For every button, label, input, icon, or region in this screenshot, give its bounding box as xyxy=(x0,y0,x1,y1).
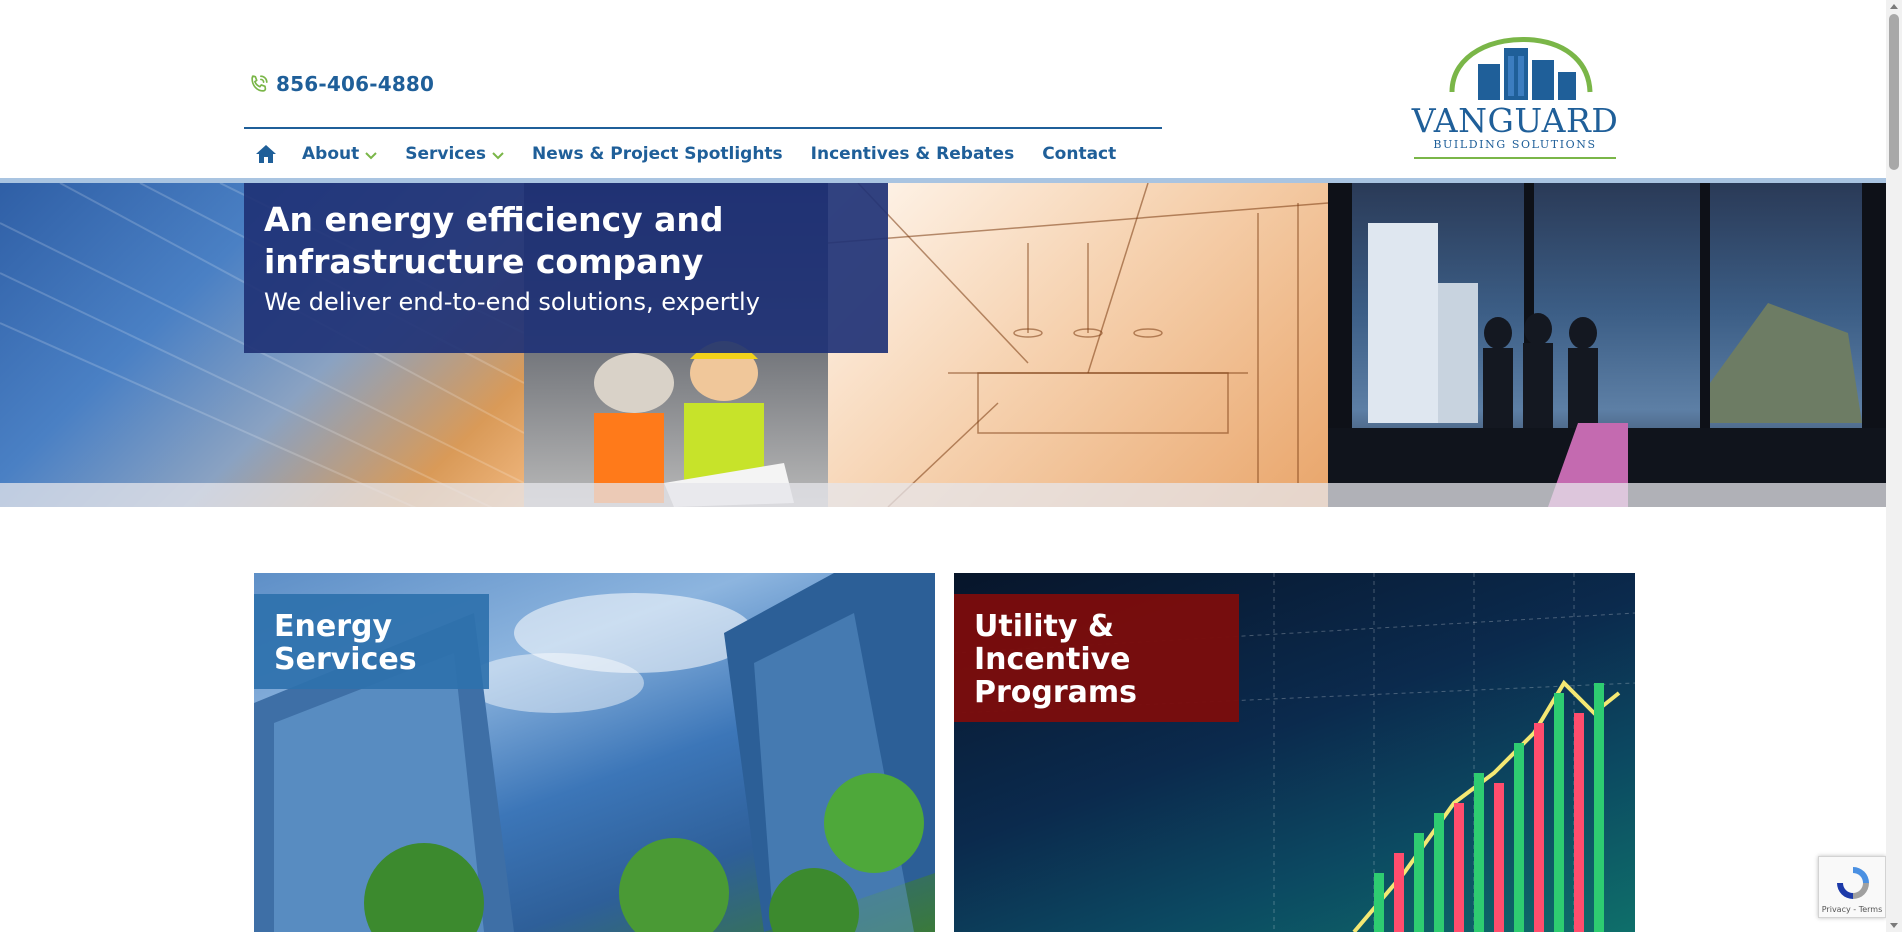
recaptcha-badge[interactable]: Privacy - Terms xyxy=(1818,856,1886,918)
utility-programs-label: Utility & Incentive Programs xyxy=(954,594,1239,722)
nav-item-contact[interactable]: Contact xyxy=(1028,144,1130,164)
nav-item-incentives[interactable]: Incentives & Rebates xyxy=(797,144,1029,164)
utility-programs-card[interactable]: Utility & Incentive Programs xyxy=(954,573,1635,932)
hero-subtitle: We deliver end-to-end solutions, expertl… xyxy=(264,288,760,316)
logo-wordmark: VANGUARD xyxy=(1411,101,1619,140)
hero-title: An energy efficiency and infrastructure … xyxy=(264,200,724,281)
energy-services-card[interactable]: Energy Services xyxy=(254,573,935,932)
page-scrollbar[interactable] xyxy=(1886,0,1902,932)
recaptcha-icon xyxy=(1837,867,1869,899)
nav-item-about[interactable]: About xyxy=(288,144,391,164)
scroll-down-arrow-icon[interactable] xyxy=(1890,923,1898,928)
hero-image-interior-sketch xyxy=(827,183,1329,507)
nav-item-services[interactable]: Services xyxy=(391,144,518,164)
hero-banner: An energy efficiency and infrastructure … xyxy=(0,183,1886,507)
phone-number: 856-406-4880 xyxy=(276,72,435,96)
nav-about-label: About xyxy=(302,144,360,164)
main-nav: About Services News & Project Spotlights… xyxy=(244,138,1130,170)
recaptcha-privacy-terms[interactable]: Privacy - Terms xyxy=(1819,905,1885,914)
logo-underline xyxy=(1414,157,1616,159)
hero-bottom-band xyxy=(0,483,1886,507)
hero-caption-box: An energy efficiency and infrastructure … xyxy=(244,183,888,353)
home-icon xyxy=(256,145,276,163)
chevron-down-icon xyxy=(365,152,377,160)
nav-incentives-label: Incentives & Rebates xyxy=(810,144,1015,164)
nav-home-link[interactable] xyxy=(244,144,288,164)
energy-services-label: Energy Services xyxy=(254,594,489,689)
scroll-up-arrow-icon[interactable] xyxy=(1890,4,1898,9)
nav-contact-label: Contact xyxy=(1042,144,1117,164)
phone-icon xyxy=(251,75,268,92)
logo-tagline: BUILDING SOLUTIONS xyxy=(1433,138,1597,151)
phone-link[interactable]: 856-406-4880 xyxy=(248,72,434,96)
site-header: 856-406-4880 About Services News & Proje… xyxy=(0,0,1886,183)
office-view-scene xyxy=(1328,183,1886,507)
scrollbar-thumb[interactable] xyxy=(1889,14,1899,170)
site-logo[interactable]: VANGUARD BUILDING SOLUTIONS xyxy=(1404,34,1626,162)
chevron-down-icon xyxy=(492,152,504,160)
header-divider xyxy=(244,127,1162,129)
nav-services-label: Services xyxy=(405,144,487,164)
interior-sketch-lines xyxy=(827,183,1329,507)
nav-item-news[interactable]: News & Project Spotlights xyxy=(518,144,797,164)
nav-news-label: News & Project Spotlights xyxy=(532,144,783,164)
logo-buildings-graphic xyxy=(1449,36,1593,100)
hero-image-office-view xyxy=(1328,183,1886,507)
